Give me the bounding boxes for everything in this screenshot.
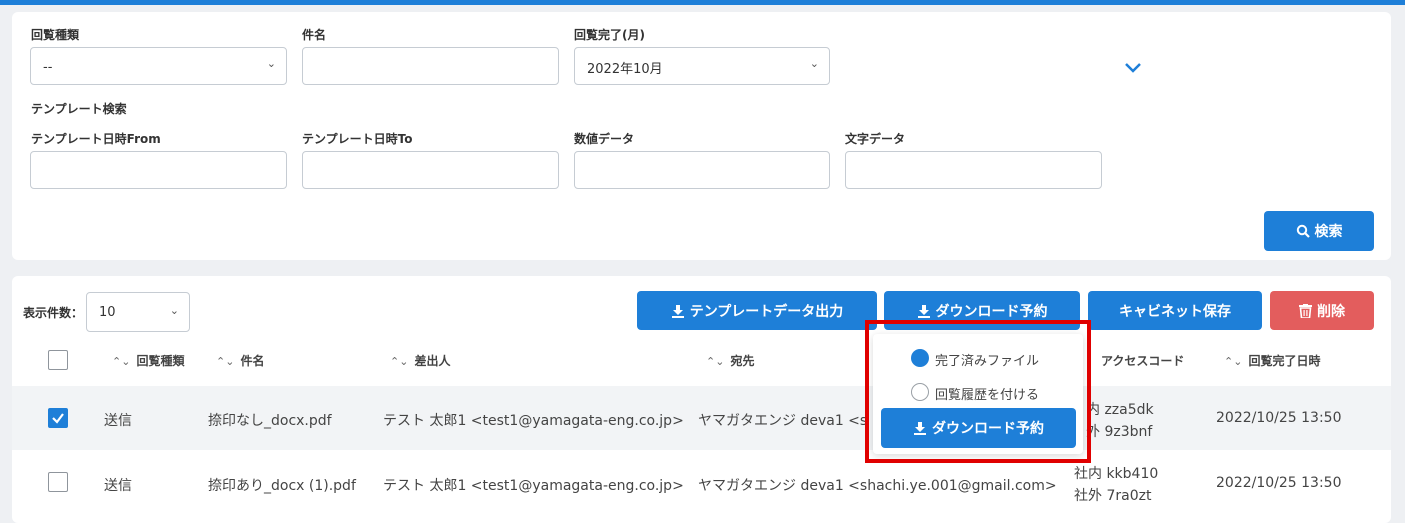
column-header-kind[interactable]: ⌃⌄ 回覧種類 — [112, 352, 184, 369]
cell-completed: 2022/10/25 13:50 — [1216, 410, 1342, 426]
template-search-heading: テンプレート検索 — [31, 102, 127, 116]
cell-access-external: 社外 7ra0zt — [1074, 488, 1152, 504]
column-header-access-code[interactable]: アクセスコード — [1101, 352, 1184, 369]
download-icon — [671, 304, 684, 318]
column-header-sender[interactable]: ⌃⌄ 差出人 — [390, 352, 450, 369]
column-header-subject[interactable]: ⌃⌄ 件名 — [216, 352, 264, 369]
numeric-data-label: 数値データ — [574, 132, 635, 146]
select-all-checkbox[interactable] — [48, 350, 68, 370]
cell-access-internal: 内 zza5dk — [1086, 402, 1154, 418]
template-from-label: テンプレート日時From — [31, 132, 161, 146]
cabinet-save-button[interactable]: キャビネット保存 — [1088, 291, 1262, 330]
template-export-button[interactable]: テンプレートデータ出力 — [637, 291, 877, 330]
template-to-label: テンプレート日時To — [302, 132, 413, 146]
cell-completed: 2022/10/25 13:50 — [1216, 475, 1342, 491]
subject-label: 件名 — [302, 28, 327, 42]
checkmark-icon — [52, 413, 64, 424]
column-header-recipient[interactable]: ⌃⌄ 宛先 — [706, 352, 754, 369]
month-select[interactable]: 2022年10月 ⌄ — [574, 47, 830, 85]
month-label: 回覧完了(月) — [574, 28, 645, 42]
top-accent-bar — [0, 0, 1405, 5]
text-data-label: 文字データ — [845, 132, 906, 146]
row-checkbox[interactable] — [48, 408, 68, 428]
sort-icon: ⌃⌄ — [1224, 355, 1243, 368]
numeric-data-input[interactable] — [574, 151, 830, 189]
cell-kind: 送信 — [104, 478, 132, 494]
annotation-highlight-box — [865, 320, 1091, 463]
page-size-label: 表示件数： — [23, 306, 84, 320]
cell-subject: 捺印なし_docx.pdf — [208, 413, 332, 429]
delete-button[interactable]: 削除 — [1270, 291, 1374, 330]
column-header-completed[interactable]: ⌃⌄ 回覧完了日時 — [1224, 352, 1320, 369]
template-to-input[interactable] — [302, 151, 559, 189]
sort-icon: ⌃⌄ — [112, 355, 131, 368]
chevron-down-icon: ⌄ — [169, 304, 179, 317]
trash-icon — [1299, 303, 1312, 318]
cell-recipient: ヤマガタエンジ deva1 <s — [698, 413, 868, 429]
sort-icon: ⌃⌄ — [390, 355, 409, 368]
cell-kind: 送信 — [104, 413, 132, 429]
text-data-input[interactable] — [845, 151, 1102, 189]
cell-sender: テスト 太郎1 <test1@yamagata-eng.co.jp> — [383, 478, 684, 494]
kind-select[interactable]: -- ⌄ — [30, 47, 287, 85]
template-from-input[interactable] — [30, 151, 287, 189]
sort-icon: ⌃⌄ — [706, 355, 725, 368]
cell-recipient: ヤマガタエンジ deva1 <shachi.ye.001@gmail.com> — [698, 478, 1057, 494]
row-checkbox[interactable] — [48, 472, 68, 492]
cell-sender: テスト 太郎1 <test1@yamagata-eng.co.jp> — [383, 413, 684, 429]
search-button[interactable]: 検索 — [1264, 211, 1374, 251]
cell-access-external: 外 9z3bnf — [1086, 424, 1153, 440]
page-size-select[interactable]: 10 ⌄ — [86, 292, 190, 332]
chevron-down-icon: ⌄ — [266, 57, 276, 70]
kind-label: 回覧種類 — [31, 28, 80, 42]
cell-access-internal: 社内 kkb410 — [1074, 466, 1159, 482]
sort-icon: ⌃⌄ — [216, 355, 235, 368]
chevron-down-icon: ⌄ — [809, 57, 819, 70]
expand-chevron-icon[interactable] — [1123, 60, 1143, 76]
search-icon — [1296, 224, 1310, 238]
subject-input[interactable] — [302, 47, 559, 85]
cell-subject: 捺印あり_docx (1).pdf — [208, 478, 356, 494]
download-icon — [917, 304, 930, 318]
